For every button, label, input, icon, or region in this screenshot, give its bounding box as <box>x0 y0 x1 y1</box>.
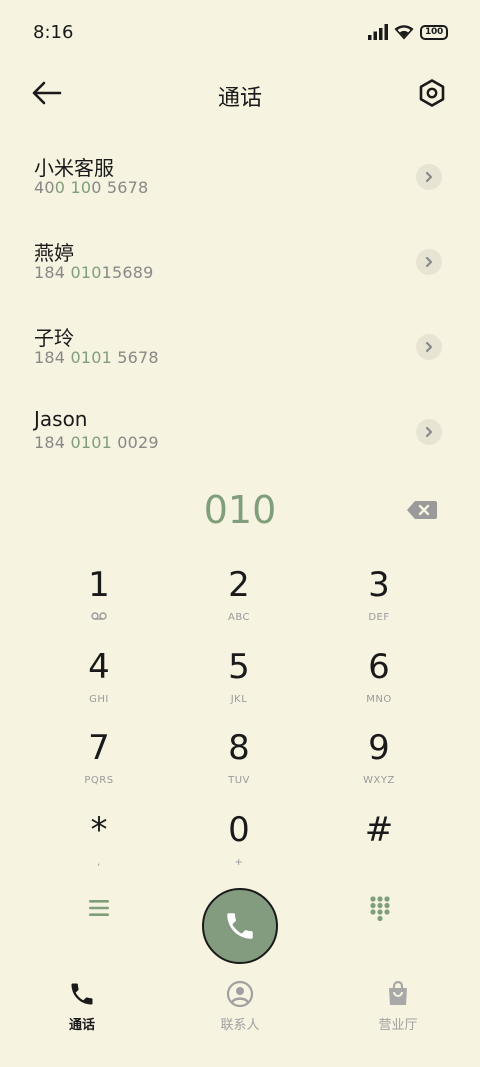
number-part: 5678 <box>111 348 159 367</box>
key-0[interactable]: 0 + <box>169 805 309 887</box>
chevron-right-icon <box>425 256 433 268</box>
key-digit: # <box>364 809 394 850</box>
key-star[interactable]: * , <box>29 805 169 887</box>
tab-contacts[interactable]: 联系人 <box>180 980 300 1033</box>
key-2[interactable]: 2 ABC <box>169 560 309 642</box>
keypad: 1 2 ABC 3 DEF 4 GHI 5 JKL 6 MNO 7 PQRS 8… <box>29 560 451 886</box>
number-match: 0 <box>54 178 66 197</box>
result-item[interactable]: 小米客服 400 100 5678 <box>0 140 480 225</box>
key-digit: 9 <box>368 728 390 768</box>
number-part: 184 <box>34 263 71 282</box>
number-match: 10 <box>70 178 92 197</box>
chevron-right-button[interactable] <box>416 334 442 360</box>
battery-icon: 100 <box>420 24 448 40</box>
key-4[interactable]: 4 GHI <box>29 642 169 724</box>
signal-icon <box>368 24 388 40</box>
key-5[interactable]: 5 JKL <box>169 642 309 724</box>
page-title: 通话 <box>217 86 262 111</box>
key-3[interactable]: 3 DEF <box>309 560 449 642</box>
menu-icon <box>89 900 109 916</box>
result-item[interactable]: 燕婷 184 01015689 <box>0 225 480 310</box>
key-hash[interactable]: # <box>309 805 449 887</box>
shopping-bag-icon <box>389 980 407 1005</box>
key-7[interactable]: 7 PQRS <box>29 723 169 805</box>
phone-icon <box>227 913 253 939</box>
contact-name: 燕婷 <box>34 241 74 265</box>
phone-icon <box>71 983 93 1005</box>
hide-dialpad-button[interactable] <box>369 895 391 922</box>
contact-number: 184 01015689 <box>34 263 480 282</box>
tab-label: 联系人 <box>220 1018 260 1033</box>
key-digit: 4 <box>88 646 110 687</box>
contact-number: 184 0101 0029 <box>34 433 480 452</box>
contact-name: 子玲 <box>34 326 74 350</box>
chevron-right-button[interactable] <box>416 249 442 275</box>
wifi-icon <box>394 25 414 40</box>
status-time: 8:16 <box>33 22 74 43</box>
number-part: 0029 <box>111 433 159 452</box>
key-digit: 5 <box>228 646 250 687</box>
key-digit: * <box>90 809 108 850</box>
number-match: 010 <box>70 263 102 282</box>
hexagon-gear-icon <box>419 79 445 107</box>
chevron-right-icon <box>425 171 433 183</box>
backspace-icon <box>407 501 437 519</box>
tab-store[interactable]: 营业厅 <box>338 980 458 1033</box>
key-9[interactable]: 9 WXYZ <box>309 723 449 805</box>
tab-label: 营业厅 <box>378 1018 418 1033</box>
tab-bar: 通话 联系人 营业厅 <box>0 980 480 1050</box>
menu-button[interactable] <box>87 897 111 919</box>
chevron-right-icon <box>425 426 433 438</box>
person-icon <box>226 980 254 1008</box>
backspace-button[interactable] <box>406 500 438 520</box>
contact-name: 小米客服 <box>34 156 114 180</box>
key-letters <box>91 612 107 624</box>
chevron-right-button[interactable] <box>416 164 442 190</box>
key-digit: 8 <box>228 728 250 768</box>
tab-label: 通话 <box>68 1018 95 1033</box>
key-letters: DEF <box>368 612 390 623</box>
status-bar: 8:16 100 <box>0 0 480 68</box>
result-item[interactable]: Jason 184 0101 0029 <box>0 395 480 480</box>
key-letters: PQRS <box>84 775 114 786</box>
contact-name: Jason <box>34 407 88 431</box>
call-button[interactable] <box>202 888 278 964</box>
key-digit: 0 <box>228 809 250 850</box>
key-letters: , <box>97 856 101 868</box>
number-part: 40 <box>34 178 55 197</box>
settings-button[interactable] <box>418 78 448 110</box>
key-digit: 6 <box>368 646 390 687</box>
chevron-right-button[interactable] <box>416 419 442 445</box>
chevron-right-icon <box>425 341 433 353</box>
search-results: 小米客服 400 100 5678 燕婷 184 01015689 子玲 184… <box>0 140 480 480</box>
number-part: 184 <box>34 348 71 367</box>
key-6[interactable]: 6 MNO <box>309 642 449 724</box>
key-letters: MNO <box>366 693 392 705</box>
key-letters: WXYZ <box>363 775 395 786</box>
header: 通话 <box>0 70 480 120</box>
dialpad-icon <box>370 896 390 922</box>
key-8[interactable]: 8 TUV <box>169 723 309 805</box>
key-digit: 2 <box>228 565 250 605</box>
tab-calls[interactable]: 通话 <box>22 980 142 1033</box>
key-digit: 7 <box>88 728 110 768</box>
key-digit: 3 <box>368 565 390 605</box>
key-letters: ABC <box>227 612 250 623</box>
number-match: 0101 <box>70 348 112 367</box>
number-part: 0 5678 <box>91 178 149 197</box>
number-part: 15689 <box>101 263 154 282</box>
result-item[interactable]: 子玲 184 0101 5678 <box>0 310 480 395</box>
key-letters: TUV <box>228 775 250 786</box>
contact-number: 184 0101 5678 <box>34 348 480 367</box>
number-match: 0101 <box>70 433 112 452</box>
key-letters: GHI <box>89 693 109 705</box>
contact-number: 400 100 5678 <box>34 178 480 197</box>
key-letters: JKL <box>230 693 248 705</box>
key-1[interactable]: 1 <box>29 560 169 642</box>
key-letters: + <box>234 856 244 868</box>
key-digit: 1 <box>88 565 110 605</box>
status-icons: 100 <box>368 24 448 40</box>
number-part: 184 <box>34 433 71 452</box>
voicemail-icon <box>91 612 107 620</box>
